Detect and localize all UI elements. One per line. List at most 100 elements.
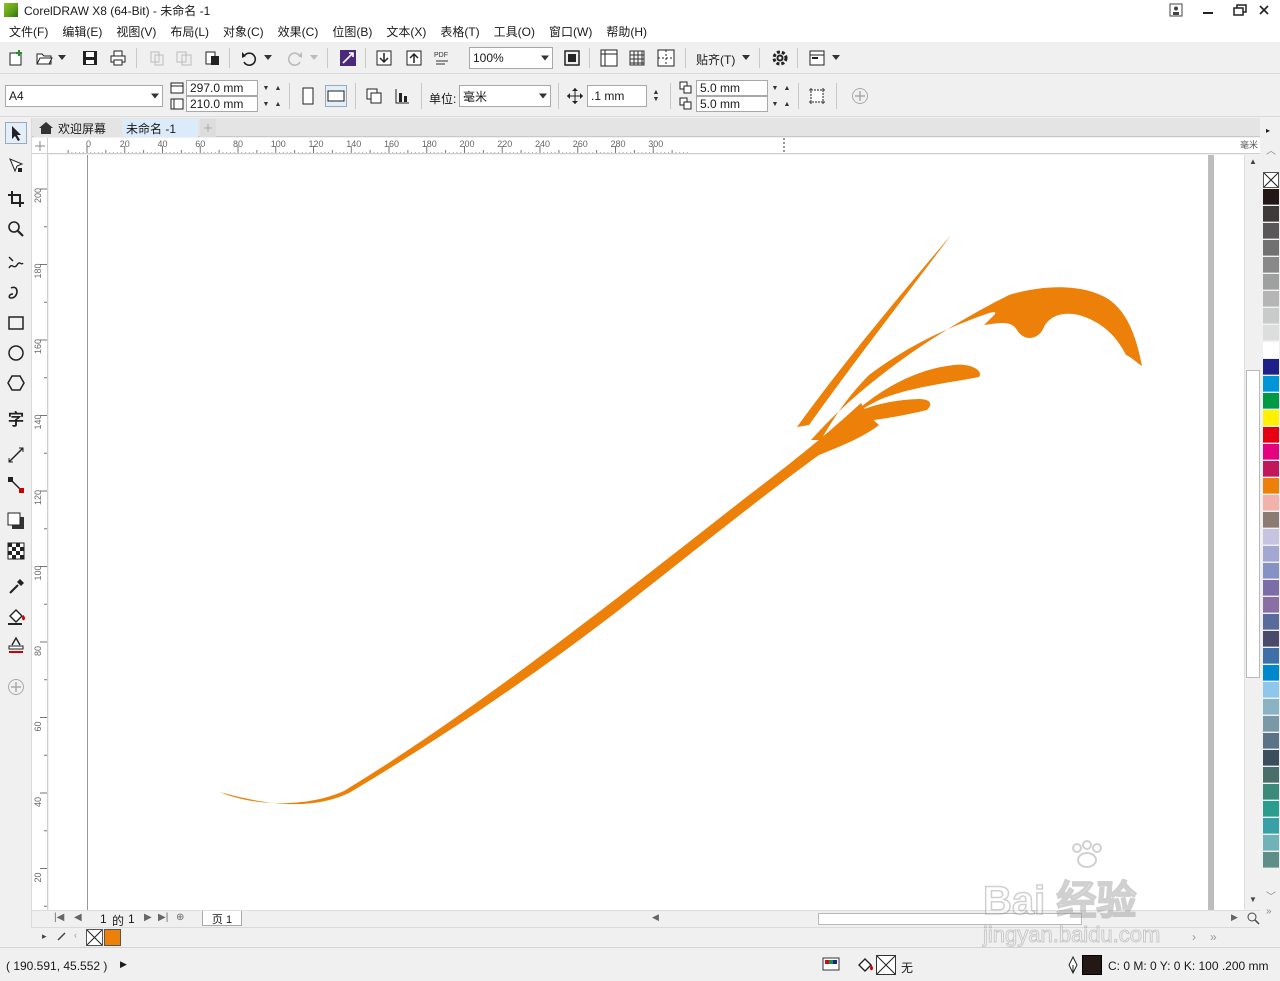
dimension-tool-icon[interactable] [5,444,27,466]
eyedropper-tool-icon[interactable] [5,576,27,598]
menu-bitmaps[interactable]: 位图(B) [325,23,379,40]
palette-menu-icon[interactable]: ▸ [42,931,47,942]
palette-swatch[interactable] [1263,342,1279,358]
shape-tool-icon[interactable] [5,154,27,176]
duplicate-x-down[interactable]: ▼ [769,80,781,96]
horizontal-ruler[interactable]: 0 20 40 60 80 100 120 140 160 180 200 220 240 260 280 3… [48,138,1260,154]
palette-swatch[interactable] [1263,478,1279,494]
zoom-level-select[interactable]: 100% [469,47,553,69]
crop-tool-icon[interactable] [5,188,27,210]
palette-swatch[interactable] [1263,376,1279,392]
page-width-input[interactable]: 297.0 mm [186,80,258,96]
palette-swatch[interactable] [1263,614,1279,630]
page-tab[interactable]: 页 1 [202,911,242,926]
page-height-input[interactable]: 210.0 mm [186,96,258,112]
snap-dropdown-icon[interactable] [740,47,752,69]
palette-swatch[interactable] [1263,801,1279,817]
palette-swatch[interactable] [1263,750,1279,766]
page-width-spinner[interactable]: ▼ [260,80,272,96]
palette-swatch[interactable] [1263,461,1279,477]
scroll-down-icon[interactable]: ▼ [1249,895,1257,904]
close-button[interactable] [1248,0,1280,20]
scroll-right-icon[interactable]: ▶ [1231,912,1238,923]
open-dropdown-icon[interactable] [56,47,68,69]
snap-to-menu[interactable]: 贴齐(T) [696,51,735,68]
menu-edit[interactable]: 编辑(E) [55,23,109,40]
duplicate-x-input[interactable]: 5.0 mm [696,80,768,96]
vertical-scroll-thumb[interactable] [1246,370,1260,678]
connector-tool-icon[interactable] [5,474,27,496]
export-icon[interactable] [403,47,425,69]
menu-layout[interactable]: 布局(L) [163,23,216,40]
palette-swatch[interactable] [1263,308,1279,324]
save-icon[interactable] [79,47,101,69]
units-select[interactable]: 毫米 [459,85,551,107]
palette-edit-icon[interactable] [56,930,68,945]
horizontal-scroll-thumb[interactable] [818,913,1082,925]
undo-dropdown-icon[interactable] [262,47,274,69]
nudge-distance-input[interactable]: .1 mm [587,85,647,107]
page-width-up[interactable]: ▲ [272,80,284,96]
cut-icon[interactable] [145,47,167,69]
freehand-tool-icon[interactable] [5,252,27,274]
show-grid-icon[interactable] [626,47,648,69]
palette-swatch[interactable] [1263,206,1279,222]
duplicate-x-up[interactable]: ▲ [781,80,793,96]
nudge-spinner[interactable]: ▲ ▼ [650,85,662,107]
duplicate-y-up[interactable]: ▲ [781,96,793,112]
text-tool-icon[interactable]: 字 [5,408,27,430]
interactive-fill-tool-icon[interactable] [5,606,27,628]
palette-swatch[interactable] [1263,648,1279,664]
transparency-tool-icon[interactable] [5,540,27,562]
palette-scroll-down-icon[interactable]: ﹀ [1266,888,1276,903]
print-icon[interactable] [107,47,129,69]
doc-palette-expand-icon[interactable]: » [1210,930,1217,944]
palette-swatch[interactable] [1263,682,1279,698]
polygon-tool-icon[interactable] [5,372,27,394]
palette-swatch[interactable] [1263,393,1279,409]
menu-object[interactable]: 对象(C) [216,23,271,40]
redo-icon[interactable] [284,47,306,69]
palette-swatch[interactable] [1263,631,1279,647]
menu-text[interactable]: 文本(X) [379,23,433,40]
duplicate-y-input[interactable]: 5.0 mm [696,96,768,112]
duplicate-y-down[interactable]: ▼ [769,96,781,112]
zoom-tool-icon[interactable] [5,218,27,240]
minimize-button[interactable] [1192,0,1224,20]
fill-none-swatch[interactable] [876,955,896,975]
palette-swatch[interactable] [1263,223,1279,239]
all-pages-icon[interactable] [363,85,385,107]
portrait-icon[interactable] [297,85,319,107]
doc-palette-scroll-right-icon[interactable]: › [1192,930,1196,944]
drop-shadow-tool-icon[interactable] [5,510,27,532]
palette-scroll-up-icon[interactable]: ︿ [1266,142,1276,157]
page-next-icon[interactable]: ▶ [144,912,152,923]
landscape-icon[interactable] [325,85,347,107]
palette-swatch[interactable] [1263,495,1279,511]
add-page-icon[interactable]: ⊕ [176,912,184,923]
options-gear-icon[interactable] [769,47,791,69]
copy-icon[interactable] [173,47,195,69]
document-color-swatch[interactable] [104,929,121,946]
zoom-navigator-icon[interactable] [1246,911,1260,928]
page-first-icon[interactable]: |◀ [54,912,64,923]
page-prev-icon[interactable]: ◀ [74,912,82,923]
ellipse-tool-icon[interactable] [5,342,27,364]
import-icon[interactable] [373,47,395,69]
ruler-origin[interactable] [32,138,48,154]
tab-untitled-1[interactable]: 未命名 -1 [122,119,198,137]
show-rulers-icon[interactable] [598,47,620,69]
palette-swatch[interactable] [1263,410,1279,426]
smart-drawing-tool-icon[interactable] [5,282,27,304]
menu-file[interactable]: 文件(F) [2,23,55,40]
palette-swatch[interactable] [1263,563,1279,579]
page-last-icon[interactable]: ▶| [158,912,168,923]
account-icon[interactable] [1160,0,1192,20]
show-guidelines-icon[interactable] [655,47,677,69]
palette-swatch[interactable] [1263,835,1279,851]
palette-swatch[interactable] [1263,597,1279,613]
open-folder-icon[interactable] [33,47,55,69]
palette-swatch[interactable] [1263,852,1279,868]
palette-swatch[interactable] [1263,359,1279,375]
palette-swatch[interactable] [1263,546,1279,562]
